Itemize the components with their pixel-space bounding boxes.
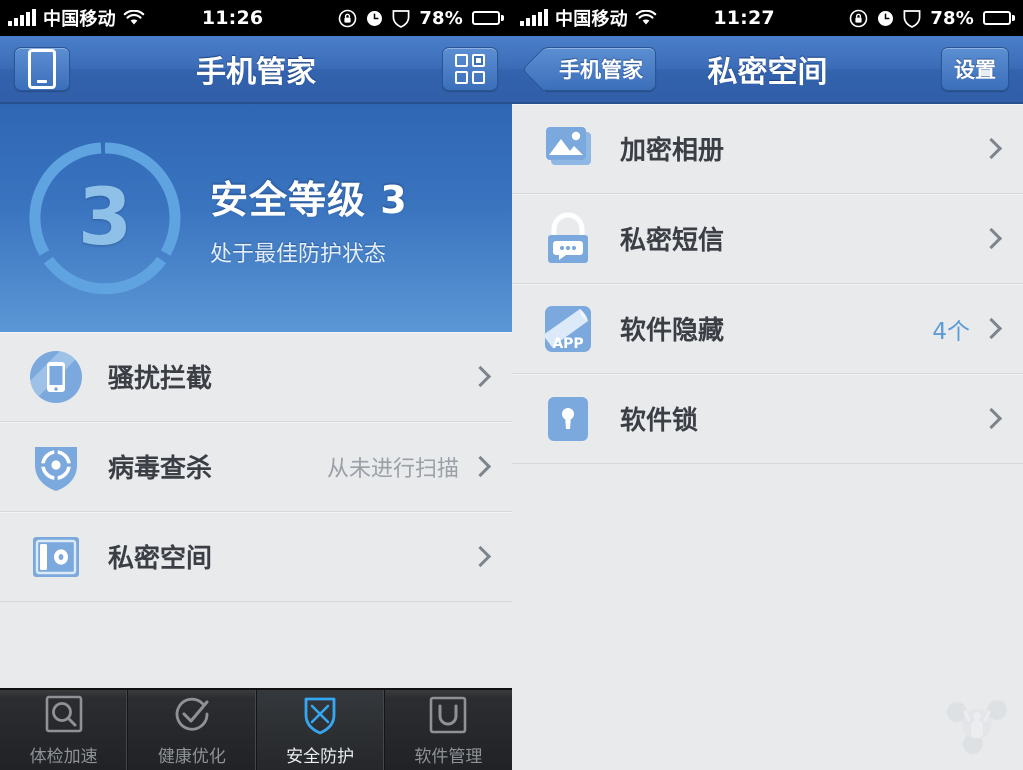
grid-menu-button[interactable] bbox=[442, 47, 498, 91]
chevron-right-icon bbox=[469, 365, 492, 388]
check-circle-icon bbox=[175, 697, 209, 731]
signal-bars-icon bbox=[520, 9, 548, 26]
chevron-right-icon bbox=[469, 545, 492, 568]
score-subtitle: 处于最佳防护状态 bbox=[210, 241, 387, 267]
chevron-right-icon bbox=[980, 227, 1003, 250]
list-item-app-lock[interactable]: 软件锁 bbox=[512, 374, 1023, 464]
list-item-encrypted-album[interactable]: 加密相册 bbox=[512, 104, 1023, 194]
settings-button-label: 设置 bbox=[954, 58, 996, 82]
tab-checkup-boost[interactable]: 体检加速 bbox=[0, 690, 129, 770]
tab-label: 体检加速 bbox=[29, 746, 98, 767]
battery-icon bbox=[472, 11, 504, 25]
shield-swords-icon bbox=[304, 697, 336, 734]
alarm-clock-icon bbox=[878, 10, 894, 26]
screen-home: 中国移动 11:26 78% 手机管家 3 安全等级 3 处于最佳防护状态 骚扰… bbox=[0, 0, 512, 770]
battery-percent-label: 78% bbox=[419, 7, 463, 29]
status-bar-left: 中国移动 bbox=[8, 5, 145, 31]
tab-app-manager[interactable]: 软件管理 bbox=[385, 690, 512, 770]
magnifier-icon bbox=[45, 695, 82, 732]
clock-label: 11:27 bbox=[713, 7, 775, 29]
list-item-label: 骚扰拦截 bbox=[108, 364, 213, 394]
wifi-icon bbox=[635, 10, 657, 25]
app-bag-icon bbox=[430, 696, 467, 733]
safe-vault-icon bbox=[28, 529, 84, 585]
private-feature-list: 加密相册 私密短信 APP 软件隐藏 4个 软件锁 bbox=[512, 104, 1023, 464]
rotation-lock-icon bbox=[850, 9, 868, 27]
carrier-label: 中国移动 bbox=[43, 9, 116, 30]
score-ring-wrap: 3 bbox=[0, 138, 210, 298]
rotation-lock-icon bbox=[339, 9, 357, 27]
status-bar-right: 78% bbox=[849, 8, 1015, 29]
navigation-bar: 手机管家 bbox=[0, 36, 512, 104]
feature-list: 骚扰拦截 病毒查杀 从未进行扫描 私密空间 bbox=[0, 332, 512, 602]
tab-label: 软件管理 bbox=[414, 746, 483, 767]
svg-text:APP: APP bbox=[552, 336, 583, 352]
page-title: 手机管家 bbox=[196, 55, 316, 90]
lock-message-icon bbox=[540, 211, 596, 267]
list-item-label: 软件隐藏 bbox=[620, 316, 725, 346]
list-item-value: 从未进行扫描 bbox=[326, 456, 459, 482]
list-item-private-space[interactable]: 私密空间 bbox=[0, 512, 512, 602]
clock-label: 11:26 bbox=[201, 7, 264, 29]
dual-screenshot-container: 中国移动 11:26 78% 手机管家 3 安全等级 3 处于最佳防护状态 骚扰… bbox=[0, 0, 1023, 770]
shield-scan-icon bbox=[28, 439, 84, 495]
battery-icon bbox=[983, 11, 1015, 25]
navigation-bar: 手机管家 私密空间 设置 bbox=[512, 36, 1023, 104]
status-bar-left: 中国移动 bbox=[520, 5, 657, 31]
security-score-panel: 3 安全等级 3 处于最佳防护状态 bbox=[0, 104, 512, 332]
phone-icon bbox=[28, 49, 56, 89]
score-title: 安全等级 3 bbox=[210, 177, 408, 222]
alarm-clock-icon bbox=[367, 10, 383, 26]
chevron-right-icon bbox=[980, 407, 1003, 430]
tab-bar: 体检加速 健康优化 安全防护 软件管理 bbox=[0, 688, 512, 770]
carrier-label: 中国移动 bbox=[555, 9, 628, 30]
shield-icon bbox=[392, 9, 410, 28]
shield-icon bbox=[903, 9, 921, 28]
device-button[interactable] bbox=[14, 47, 70, 91]
list-item-label: 私密短信 bbox=[620, 226, 725, 256]
list-item-app-hide[interactable]: APP 软件隐藏 4个 bbox=[512, 284, 1023, 374]
back-button[interactable]: 手机管家 bbox=[542, 47, 656, 91]
app-lock-icon bbox=[540, 391, 596, 447]
settings-button[interactable]: 设置 bbox=[941, 47, 1009, 91]
list-item-harassment-block[interactable]: 骚扰拦截 bbox=[0, 332, 512, 422]
status-bar: 中国移动 11:26 78% bbox=[0, 0, 512, 36]
list-item-label: 加密相册 bbox=[620, 136, 725, 166]
list-item-label: 私密空间 bbox=[108, 544, 213, 574]
app-hide-icon: APP bbox=[540, 301, 596, 357]
tab-label: 安全防护 bbox=[286, 746, 355, 767]
tab-security-protection[interactable]: 安全防护 bbox=[256, 690, 385, 770]
back-button-label: 手机管家 bbox=[559, 58, 643, 82]
list-item-value: 4个 bbox=[932, 318, 970, 345]
chevron-right-icon bbox=[469, 455, 492, 478]
chevron-right-icon bbox=[980, 137, 1003, 160]
wifi-icon bbox=[123, 10, 145, 25]
list-item-label: 软件锁 bbox=[620, 406, 699, 436]
score-ring: 3 bbox=[25, 138, 185, 298]
phone-block-icon bbox=[28, 349, 84, 405]
watermark-logo-icon bbox=[947, 700, 1007, 754]
status-bar: 中国移动 11:27 78% bbox=[512, 0, 1023, 36]
status-bar-right: 78% bbox=[338, 8, 504, 29]
tab-health-optimize[interactable]: 健康优化 bbox=[128, 690, 257, 770]
list-item-private-sms[interactable]: 私密短信 bbox=[512, 194, 1023, 284]
battery-percent-label: 78% bbox=[930, 7, 974, 29]
chevron-right-icon bbox=[980, 317, 1003, 340]
list-item-label: 病毒查杀 bbox=[108, 454, 213, 484]
photo-stack-icon bbox=[540, 121, 596, 177]
score-text-block: 安全等级 3 处于最佳防护状态 bbox=[210, 169, 512, 268]
grid-icon bbox=[455, 54, 485, 84]
tab-label: 健康优化 bbox=[157, 746, 226, 767]
screen-private-space: 中国移动 11:27 78% 手机管家 私密空间 设置 加密相册 私密短信 AP… bbox=[512, 0, 1023, 770]
score-number: 3 bbox=[77, 173, 133, 263]
list-item-virus-scan[interactable]: 病毒查杀 从未进行扫描 bbox=[0, 422, 512, 512]
signal-bars-icon bbox=[8, 9, 36, 26]
